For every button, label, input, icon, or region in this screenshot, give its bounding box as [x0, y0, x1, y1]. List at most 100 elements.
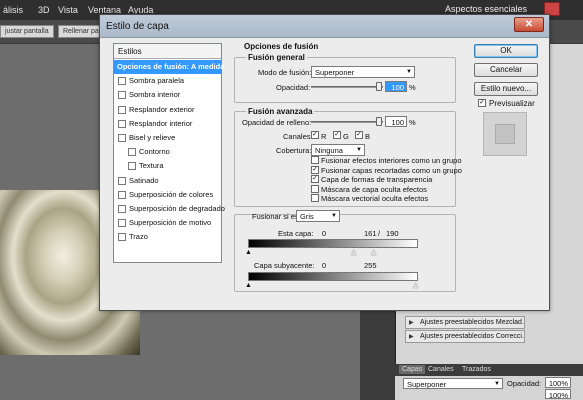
style-item-checkbox[interactable] [128, 148, 136, 157]
this-layer-white-value-1: 161 [364, 229, 377, 238]
styles-header[interactable]: Estilos [114, 44, 221, 59]
style-item-checkbox[interactable] [118, 91, 126, 100]
chevron-down-icon: ▼ [356, 147, 362, 153]
opacity-percent: % [409, 83, 416, 92]
style-item-label: Superposición de degradado [129, 204, 225, 213]
this-layer-white-slider-right[interactable]: △ [371, 249, 376, 256]
style-preview-swatch [483, 112, 527, 156]
layer-blend-mode-select[interactable]: Superponer ▼ [403, 378, 503, 389]
advanced-option-checkbox[interactable] [311, 156, 319, 164]
channel-b-label: B [365, 132, 371, 141]
general-blending-group [234, 57, 456, 103]
style-item[interactable]: Resplandor exterior [114, 103, 221, 117]
dialog-title: Estilo de capa [106, 21, 169, 32]
style-item-checkbox[interactable] [118, 219, 126, 228]
style-item[interactable]: Resplandor interior [114, 117, 221, 131]
adjust-preset-mixer[interactable]: Ajustes preestablecidos Mezclad... [405, 316, 525, 329]
style-item-checkbox[interactable] [118, 205, 126, 213]
style-item[interactable]: Satinado [114, 174, 221, 188]
style-item-checkbox[interactable] [118, 176, 126, 185]
style-item[interactable]: Opciones de fusión: A medida [114, 60, 225, 74]
adjust-preset-correction[interactable]: Ajustes preestablecidos Correcci... [405, 330, 525, 343]
tab-canales[interactable]: Canales [425, 365, 457, 374]
opacity-input[interactable]: 100 [385, 81, 407, 92]
menu-item-analisis[interactable]: álisis [3, 5, 23, 15]
adjust-screen-button[interactable]: justar pantalla [0, 25, 54, 38]
dialog-titlebar[interactable]: Estilo de capa ✕ [100, 15, 549, 38]
knockout-select[interactable]: Ninguna ▼ [311, 144, 365, 156]
style-item-label: Resplandor interior [129, 118, 193, 128]
channel-b-checkbox[interactable]: ✓ [355, 131, 363, 139]
style-item-label: Contorno [139, 147, 170, 157]
preview-checkbox[interactable]: ✓ [478, 99, 486, 107]
blend-if-value: Gris [300, 212, 314, 221]
style-item[interactable]: Bisel y relieve [114, 131, 221, 145]
style-item-label: Superposición de motivo [129, 218, 212, 228]
layer-opacity-label: Opacidad: [507, 379, 542, 388]
style-item-checkbox[interactable] [118, 134, 126, 142]
fill-opacity-percent: % [409, 118, 416, 127]
this-layer-white-slider-left[interactable]: △ [351, 249, 356, 256]
style-item-checkbox[interactable] [118, 105, 126, 114]
ok-button[interactable]: OK [474, 44, 538, 58]
layers-tab-bar: Capas Canales Trazados [395, 364, 583, 376]
styles-list: Estilos Opciones de fusión: A medida Somb… [113, 43, 225, 263]
layer-fill-input[interactable]: 100% [545, 389, 571, 400]
fill-slider-thumb[interactable] [376, 117, 382, 126]
style-item[interactable]: Superposición de colores [114, 188, 221, 202]
opacity-label: Opacidad: [276, 83, 311, 92]
blend-mode-select[interactable]: Superponer ▼ [311, 66, 415, 78]
style-item-checkbox[interactable] [118, 233, 126, 242]
menu-item-vista[interactable]: Vista [58, 5, 78, 15]
blend-mode-label: Modo de fusión: [258, 68, 312, 77]
channel-r-checkbox[interactable]: ✓ [311, 131, 319, 139]
tab-capas[interactable]: Capas [399, 365, 426, 374]
this-layer-white-value-2: 190 [386, 229, 399, 238]
style-item[interactable]: Textura [114, 159, 221, 173]
blend-if-select[interactable]: Gris ▼ [296, 210, 340, 222]
style-item-label: Bisel y relieve [129, 133, 176, 142]
cancel-button[interactable]: Cancelar [474, 63, 538, 77]
blend-if-label: Fusionar si es: [252, 212, 301, 221]
blending-options-title: Opciones de fusión [244, 42, 319, 51]
underlying-white-slider[interactable]: △ [413, 282, 418, 289]
fill-slider-track[interactable] [311, 121, 383, 123]
menu-item-3d[interactable]: 3D [38, 5, 50, 15]
opacity-slider-track[interactable] [311, 86, 383, 88]
workspace-switcher[interactable]: Aspectos esenciales [445, 4, 527, 14]
style-item-label: Opciones de fusión: A medida [117, 62, 225, 71]
opacity-slider-thumb[interactable] [376, 82, 382, 91]
new-style-button[interactable]: Estilo nuevo... [474, 82, 538, 96]
style-item-label: Satinado [129, 175, 159, 185]
advanced-option-checkbox[interactable] [311, 194, 319, 203]
advanced-option-label: Fusionar capas recortadas como un grupo [321, 165, 462, 175]
style-item-checkbox[interactable] [118, 119, 126, 128]
style-item-label: Textura [139, 161, 164, 171]
style-item-checkbox[interactable] [118, 77, 126, 86]
style-item[interactable]: Superposición de degradado [114, 202, 225, 216]
layer-opacity-input[interactable]: 100% [545, 377, 571, 388]
underlying-black-slider[interactable]: ▲ [245, 282, 252, 289]
style-item-checkbox[interactable] [118, 190, 126, 199]
advanced-option-label: Máscara de capa oculta efectos [321, 184, 427, 194]
style-item[interactable]: Sombra interior [114, 88, 221, 102]
channel-g-checkbox[interactable]: ✓ [333, 131, 341, 139]
tab-trazados[interactable]: Trazados [459, 365, 494, 374]
layer-style-dialog: Estilo de capa ✕ Estilos Opciones de fus… [99, 14, 550, 311]
close-button[interactable]: ✕ [514, 17, 544, 32]
chevron-down-icon: ▼ [494, 381, 500, 387]
this-layer-gradient [248, 239, 418, 248]
advanced-option-checkbox[interactable] [311, 184, 319, 193]
chevron-down-icon: ▼ [331, 213, 337, 219]
style-item[interactable]: Superposición de motivo [114, 216, 221, 230]
channel-r-label: R [321, 132, 327, 141]
style-item-checkbox[interactable] [128, 162, 136, 171]
fill-opacity-input[interactable]: 100 [385, 116, 407, 127]
style-item[interactable]: Contorno [114, 145, 221, 159]
style-item[interactable]: Trazo [114, 230, 221, 244]
advanced-option-checkbox[interactable]: ✓ [311, 165, 319, 174]
fill-opacity-label: Opacidad de relleno: [242, 118, 312, 127]
this-layer-black-slider[interactable]: ▲ [245, 249, 252, 256]
advanced-option-checkbox[interactable]: ✓ [311, 175, 319, 184]
style-item[interactable]: Sombra paralela [114, 74, 221, 88]
